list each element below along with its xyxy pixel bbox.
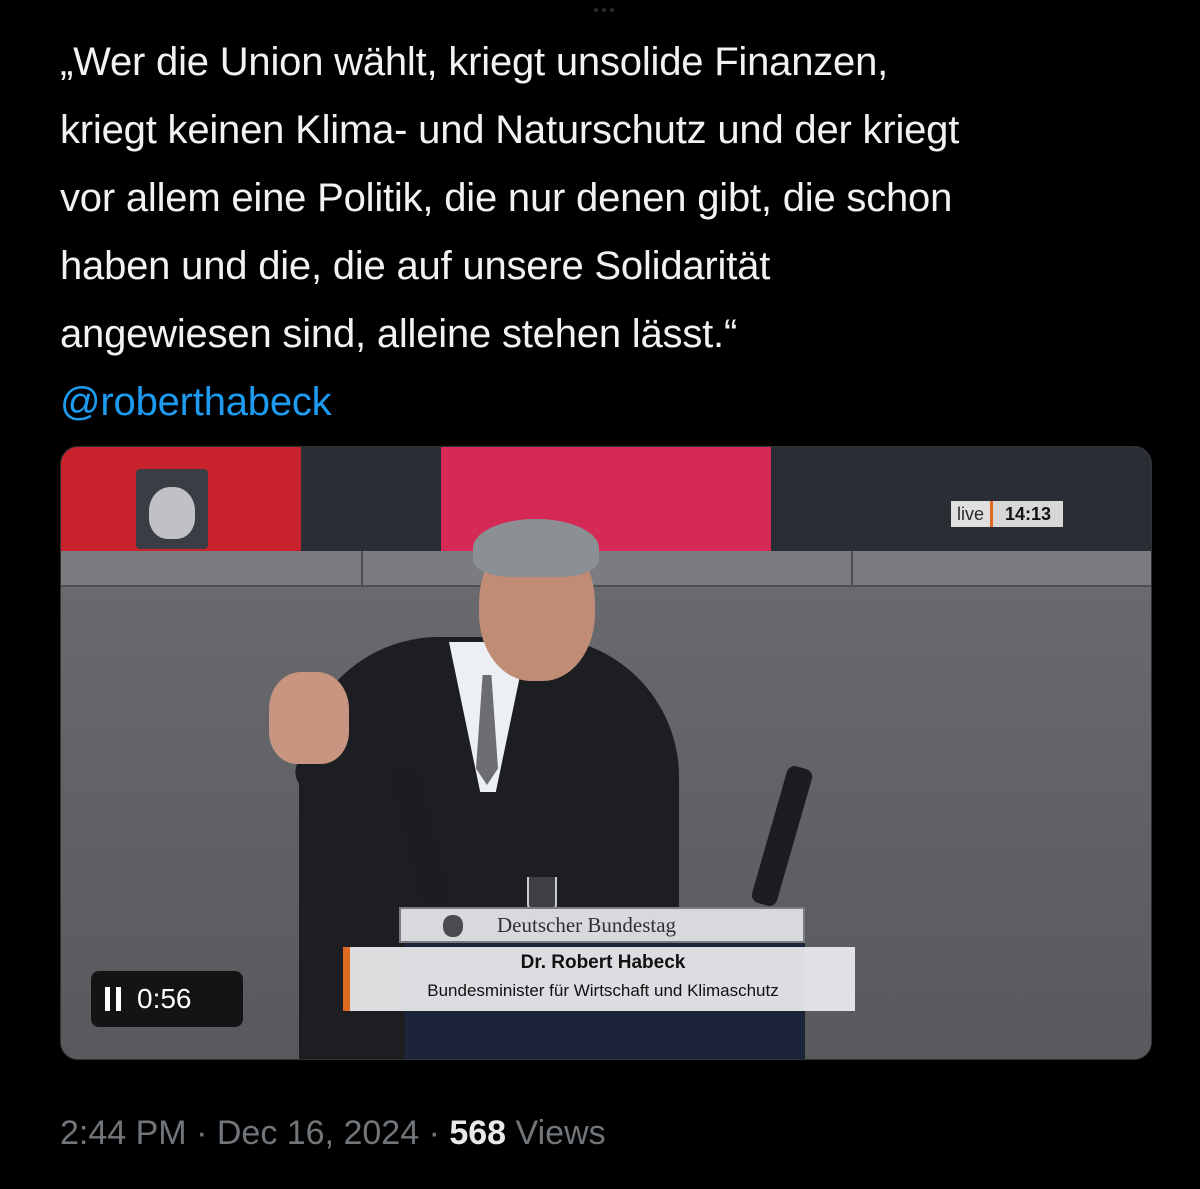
speaker-hair [473, 519, 599, 577]
wall-seam [851, 551, 853, 585]
playback-control[interactable]: 0:56 [91, 971, 243, 1027]
tweet-text-line: kriegt keinen Klima- und Naturschutz und… [60, 108, 960, 152]
tweet-time[interactable]: 2:44 PM [60, 1114, 187, 1152]
tweet-text-line: vor allem eine Politik, die nur denen gi… [60, 176, 953, 220]
tweet-text: „Wer die Union wählt, kriegt unsolide Fi… [60, 28, 1170, 436]
bundestag-eagle-icon [443, 915, 463, 937]
meta-separator: · [196, 1114, 208, 1152]
pause-icon[interactable] [105, 987, 121, 1011]
video-frame: Deutscher Bundestag Dr. Robert Habeck Bu… [61, 447, 1151, 1059]
tweet-date[interactable]: Dec 16, 2024 [217, 1114, 419, 1152]
live-clock: 14:13 [993, 501, 1064, 527]
playback-time: 0:56 [137, 983, 192, 1014]
tweet-text-line: „Wer die Union wählt, kriegt unsolide Fi… [60, 40, 889, 84]
wall-rail [61, 551, 1151, 587]
speaker-role: Bundesminister für Wirtschaft und Klimas… [427, 981, 779, 1000]
live-label: live [951, 501, 994, 527]
federal-eagle-icon [149, 487, 195, 539]
speaker-name: Dr. Robert Habeck [520, 952, 686, 973]
lower-third-accent [343, 947, 350, 1011]
more-handle-icon [594, 8, 618, 14]
tweet-text-line: angewiesen sind, alleine stehen lässt.“ [60, 312, 738, 356]
tweet-text-line: haben und die, die auf unsere Solidaritä… [60, 244, 771, 288]
mention-link[interactable]: @roberthabeck [60, 368, 1170, 436]
views-count[interactable]: 568 [449, 1114, 506, 1152]
speaker-hand [269, 672, 349, 764]
live-badge: live 14:13 [951, 501, 1064, 527]
tweet-meta: 2:44 PM · Dec 16, 2024 · 568 Views [60, 1114, 606, 1153]
views-label: Views [515, 1114, 606, 1152]
lectern-label: Deutscher Bundestag [497, 913, 677, 937]
meta-separator: · [428, 1114, 440, 1152]
video-player[interactable]: Deutscher Bundestag Dr. Robert Habeck Bu… [60, 446, 1152, 1060]
wall-seam [361, 551, 363, 585]
water-glass [527, 877, 557, 909]
